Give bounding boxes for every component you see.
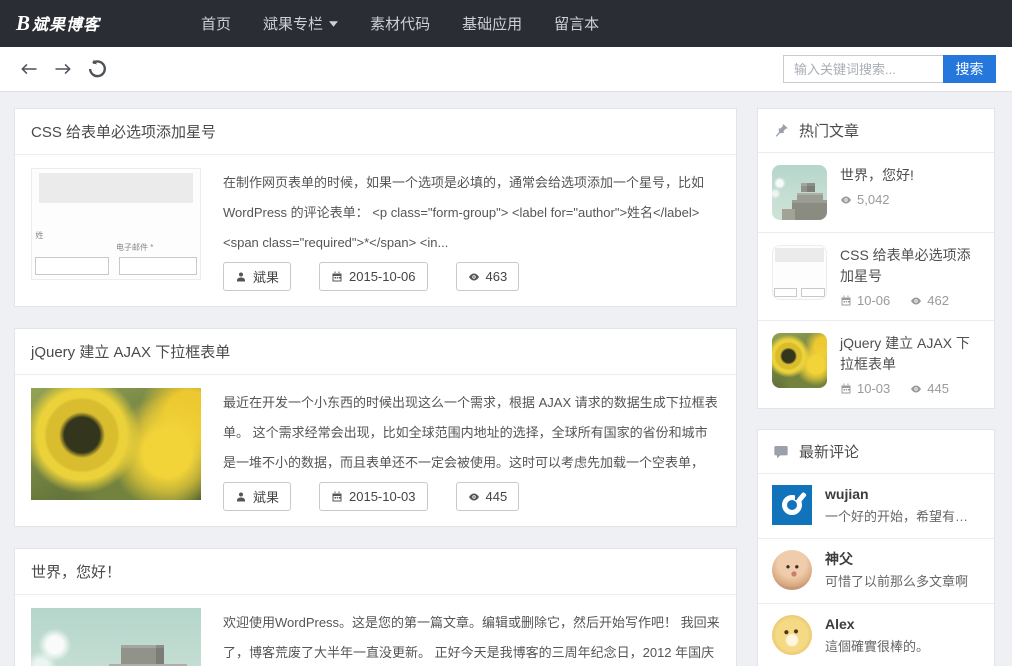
article-thumbnail-building[interactable] — [31, 608, 201, 666]
hot-articles-header: 热门文章 — [758, 109, 994, 153]
latest-comments-widget: 最新评论 wujian 一个好的开始，希望有一个好… 神父 可惜了以前那么多文章… — [757, 429, 995, 666]
hot-thumbnail-form — [772, 245, 827, 300]
eye-icon — [468, 271, 480, 283]
comment-item[interactable]: Alex 這個確實很棒的。 — [758, 604, 994, 666]
calendar-icon — [840, 295, 852, 307]
calendar-icon — [840, 383, 852, 395]
article-list: CSS 给表单必选项添加星号 姓 电子邮件 * 在制作网页表单的时候，如果一个选… — [14, 108, 737, 666]
avatar-blue-power-logo — [772, 485, 812, 525]
views-badge: 445 — [456, 482, 520, 511]
hot-views: 462 — [910, 293, 949, 308]
nav-item-basic-app[interactable]: 基础应用 — [446, 0, 538, 47]
forward-button[interactable] — [50, 56, 76, 82]
article-thumbnail-sunflower[interactable] — [31, 388, 201, 500]
thumb-form-email-label: 电子邮件 * — [116, 242, 153, 253]
article-excerpt: 在制作网页表单的时候，如果一个选项是必填的，通常会给选项添加一个星号，比如 Wo… — [223, 168, 720, 258]
thumb-form-name-label: 姓 — [35, 230, 43, 241]
calendar-icon — [331, 271, 343, 283]
search-box: 搜索 — [783, 55, 996, 83]
pin-icon — [773, 123, 789, 139]
page-content: CSS 给表单必选项添加星号 姓 电子邮件 * 在制作网页表单的时候，如果一个选… — [0, 92, 1012, 666]
author-badge: 斌果 — [223, 262, 291, 291]
search-button[interactable]: 搜索 — [943, 55, 996, 83]
browser-toolbar: 搜索 — [0, 47, 1012, 92]
hot-article-title: jQuery 建立 AJAX 下拉框表单 — [840, 333, 980, 375]
back-button[interactable] — [16, 56, 42, 82]
article-card: 世界，您好！ 欢迎使用WordPress。这是您的第一篇文章。编辑或删除它，然后… — [14, 548, 737, 666]
logo-b-mark: B — [16, 11, 31, 36]
back-icon — [19, 59, 39, 79]
main-menu: 首页 斌果专栏 素材代码 基础应用 留言本 — [185, 0, 615, 47]
article-meta: 斌果 2015-10-03 445 — [223, 482, 720, 511]
nav-item-column[interactable]: 斌果专栏 — [247, 0, 354, 47]
article-title[interactable]: 世界，您好！ — [15, 549, 736, 595]
comment-author: 神父 — [825, 550, 968, 569]
hot-views: 5,042 — [840, 192, 890, 207]
comment-text: 一个好的开始，希望有一个好… — [825, 506, 980, 527]
sidebar: 热门文章 世界，您好! 5,042 — [757, 108, 995, 666]
hot-article-item[interactable]: CSS 给表单必选项添加星号 10-06 462 — [758, 233, 994, 321]
author-badge: 斌果 — [223, 482, 291, 511]
user-icon — [235, 491, 247, 503]
comment-author: wujian — [825, 485, 980, 504]
nav-item-guestbook[interactable]: 留言本 — [538, 0, 615, 47]
article-card: jQuery 建立 AJAX 下拉框表单 最近在开发一个小东西的时候出现这么一个… — [14, 328, 737, 527]
refresh-button[interactable] — [84, 56, 110, 82]
logo-text: 斌果博客 — [32, 11, 100, 35]
eye-icon — [468, 491, 480, 503]
user-icon — [235, 271, 247, 283]
latest-comments-header: 最新评论 — [758, 430, 994, 474]
hot-article-title: 世界，您好! — [840, 165, 914, 186]
search-input[interactable] — [783, 55, 943, 83]
article-excerpt: 最近在开发一个小东西的时候出现这么一个需求，根据 AJAX 请求的数据生成下拉框… — [223, 388, 720, 478]
hot-thumbnail-sunflower — [772, 333, 827, 388]
eye-icon — [840, 194, 852, 206]
forward-icon — [53, 59, 73, 79]
nav-item-home[interactable]: 首页 — [185, 0, 247, 47]
article-card: CSS 给表单必选项添加星号 姓 电子邮件 * 在制作网页表单的时候，如果一个选… — [14, 108, 737, 307]
avatar-baby-photo — [772, 550, 812, 590]
refresh-icon — [86, 58, 108, 80]
hot-date: 10-06 — [840, 293, 890, 308]
comment-icon — [773, 444, 789, 460]
hot-article-title: CSS 给表单必选项添加星号 — [840, 245, 980, 287]
hot-articles-widget: 热门文章 世界，您好! 5,042 — [757, 108, 995, 409]
article-meta: 斌果 2015-10-06 463 — [223, 262, 720, 291]
hot-article-item[interactable]: 世界，您好! 5,042 — [758, 153, 994, 233]
eye-icon — [910, 295, 922, 307]
article-thumbnail-form[interactable]: 姓 电子邮件 * — [31, 168, 201, 280]
avatar-doge-cartoon — [772, 615, 812, 655]
article-title[interactable]: CSS 给表单必选项添加星号 — [15, 109, 736, 155]
comment-item[interactable]: wujian 一个好的开始，希望有一个好… — [758, 474, 994, 539]
views-badge: 463 — [456, 262, 520, 291]
comment-text: 可惜了以前那么多文章啊 — [825, 571, 968, 592]
eye-icon — [910, 383, 922, 395]
comment-item[interactable]: 神父 可惜了以前那么多文章啊 — [758, 539, 994, 604]
hot-article-item[interactable]: jQuery 建立 AJAX 下拉框表单 10-03 445 — [758, 321, 994, 408]
hot-date: 10-03 — [840, 381, 890, 396]
nav-item-material-code[interactable]: 素材代码 — [354, 0, 446, 47]
date-badge: 2015-10-06 — [319, 262, 428, 291]
date-badge: 2015-10-03 — [319, 482, 428, 511]
comment-text: 這個確實很棒的。 — [825, 636, 929, 657]
site-logo[interactable]: B 斌果博客 — [16, 11, 100, 36]
top-navbar: B 斌果博客 首页 斌果专栏 素材代码 基础应用 留言本 — [0, 0, 1012, 47]
hot-thumbnail-building — [772, 165, 827, 220]
comment-author: Alex — [825, 615, 929, 634]
hot-views: 445 — [910, 381, 949, 396]
article-title[interactable]: jQuery 建立 AJAX 下拉框表单 — [15, 329, 736, 375]
calendar-icon — [331, 491, 343, 503]
article-excerpt: 欢迎使用WordPress。这是您的第一篇文章。编辑或删除它，然后开始写作吧！ … — [223, 608, 720, 666]
chevron-down-icon — [329, 21, 338, 27]
